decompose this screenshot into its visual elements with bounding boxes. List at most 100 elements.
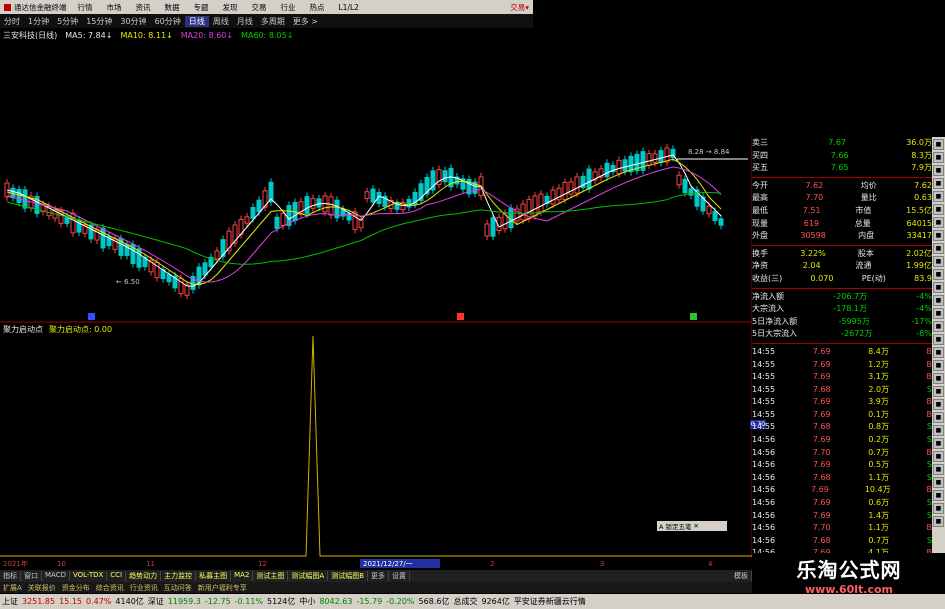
flow-row: 5日净流入额 -5995万 -17% xyxy=(752,316,932,329)
sidebar-tool-icon[interactable]: ■ xyxy=(933,464,944,475)
index-value: 3251.85 xyxy=(22,597,56,606)
indicator-tab[interactable]: 更多 xyxy=(368,571,390,581)
indicator-tab[interactable]: 窗口 xyxy=(21,571,42,581)
sidebar-tool-icon[interactable]: ■ xyxy=(933,165,944,176)
tick-price: 7.69 xyxy=(812,409,831,419)
lock-five-popup[interactable]: A 锁定五笔 ✕ xyxy=(657,521,727,531)
tick-time: 14:55 xyxy=(752,384,776,394)
sidebar-tool-icon[interactable]: ■ xyxy=(933,412,944,423)
tick-volume: 0.5万 xyxy=(868,460,890,470)
flow-row: 5日大宗流入 -2672万 -8% xyxy=(752,328,932,341)
sidebar-tool-icon[interactable]: ■ xyxy=(933,282,944,293)
candle xyxy=(244,216,250,224)
candle xyxy=(676,174,682,186)
stats-table-2: 换手 3.22% 股本 2.02亿 净资 2.04 流通 1.99亿 收益(三) 0.070 PE(… xyxy=(752,248,932,286)
tick-row: 14:55 7.68 2.0万 S xyxy=(752,384,932,397)
money-flow: 净流入额 -206.7万 -4% 大宗流入 -178.1万 -4% 5日净流入额 -5995万… xyxy=(752,291,932,341)
sidebar-tool-icon[interactable]: ■ xyxy=(933,152,944,163)
stat-value: 2.02亿 xyxy=(906,248,932,258)
info-tab[interactable]: 关联报价 xyxy=(25,583,59,593)
index-change: -12.75 xyxy=(204,597,231,606)
stat-row: 最高 7.70 量比 0.63 xyxy=(752,192,932,205)
sidebar-tool-icon[interactable]: ■ xyxy=(933,256,944,267)
sidebar-tool-icon[interactable]: ■ xyxy=(933,386,944,397)
info-tab[interactable]: 互动问答 xyxy=(161,583,195,593)
info-tab[interactable]: 新用户福利专享 xyxy=(195,583,250,593)
order-row: 买五 7.65 7.9万 xyxy=(752,162,932,175)
index-amount: 5124亿 xyxy=(266,597,296,606)
sidebar-tool-icon[interactable]: ■ xyxy=(933,308,944,319)
indicator-tab[interactable]: 趋势动力 xyxy=(126,571,162,581)
x-axis-label: 2021年 xyxy=(3,559,28,568)
x-axis-label: 4 xyxy=(708,560,713,568)
sidebar-tool-icon[interactable]: ■ xyxy=(933,230,944,241)
popup-close-icon[interactable]: ✕ xyxy=(694,522,699,530)
sidebar-tool-icon[interactable]: ■ xyxy=(933,139,944,150)
sidebar-tool-icon[interactable]: ■ xyxy=(933,217,944,228)
sidebar-tool-icon[interactable]: ■ xyxy=(933,503,944,514)
x-axis-cursor-label: 2021/12/27/一 xyxy=(363,560,413,568)
stat-value: 64015 xyxy=(906,218,932,228)
info-tab[interactable]: 扩展A xyxy=(0,583,25,593)
tick-price: 7.70 xyxy=(812,447,831,457)
index-percent: -0.11% xyxy=(234,597,263,606)
sidebar-tool-icon[interactable]: ■ xyxy=(933,451,944,462)
indicator-tab[interactable]: 测试幅图B xyxy=(328,571,369,581)
tick-time: 14:55 xyxy=(752,346,776,356)
sidebar-tool-icon[interactable]: ■ xyxy=(933,399,944,410)
stat-label: 内盘 xyxy=(858,231,875,241)
sidebar-tool-icon[interactable]: ■ xyxy=(933,269,944,280)
template-button[interactable]: 模板 xyxy=(731,571,752,581)
indicator-tab[interactable]: CCI xyxy=(107,571,127,581)
kline-chart[interactable]: 9.008.508.007.507.006.501.000.900.800.70… xyxy=(0,0,752,570)
stat-label: 市值 xyxy=(855,205,872,215)
indicator-tab[interactable]: VOL-TDX xyxy=(70,571,108,581)
index-percent: -0.20% xyxy=(386,597,415,606)
sidebar-tool-icon[interactable]: ■ xyxy=(933,334,944,345)
indicator-tab[interactable]: 设置 xyxy=(389,571,411,581)
tick-volume: 8.4万 xyxy=(868,346,889,356)
sidebar-tool-icon[interactable]: ■ xyxy=(933,204,944,215)
sidebar-tool-icon[interactable]: ■ xyxy=(933,373,944,384)
indicator-tab[interactable]: 测试主图 xyxy=(253,571,289,581)
sidebar-tool-icon[interactable]: ■ xyxy=(933,295,944,306)
indicator-tab[interactable]: MACD xyxy=(42,571,70,581)
sidebar-tool-icon[interactable]: ■ xyxy=(933,191,944,202)
flow-value: -178.1万 xyxy=(833,304,868,314)
sidebar-tool-icon[interactable]: ■ xyxy=(933,490,944,501)
tick-list[interactable]: 14:55 7.69 8.4万 B 14:55 7.69 1.2万 B 14:55 7.69 3.1… xyxy=(752,346,932,585)
sidebar-tool-icon[interactable]: ■ xyxy=(933,438,944,449)
indicator-tab[interactable]: 指标 xyxy=(0,571,21,581)
order-volume: 36.0万 xyxy=(906,138,932,147)
indicator-tab[interactable]: 私募主图 xyxy=(196,571,232,581)
sidebar-tool-icon[interactable]: ■ xyxy=(933,425,944,436)
watermark-title: 乐淘公式网 xyxy=(796,558,902,582)
info-tab[interactable]: 资金分布 xyxy=(59,583,93,593)
tick-time: 14:56 xyxy=(752,460,776,470)
sidebar-tool-icon[interactable]: ■ xyxy=(933,178,944,189)
candle xyxy=(100,227,106,249)
signal-marker xyxy=(690,313,697,320)
sidebar-tool-icon[interactable]: ■ xyxy=(933,243,944,254)
indicator-tab[interactable]: 测试幅图A xyxy=(288,571,329,581)
sidebar-tool-icon[interactable]: ■ xyxy=(933,516,944,527)
sidebar-tool-icon[interactable]: ■ xyxy=(933,347,944,358)
sidebar-tool-icon[interactable]: ■ xyxy=(933,360,944,371)
sidebar-tool-icon[interactable]: ■ xyxy=(933,477,944,488)
sidebar-tool-icon[interactable]: ■ xyxy=(933,321,944,332)
candle xyxy=(196,266,202,286)
candle xyxy=(490,217,496,237)
order-price: 7.65 xyxy=(830,163,849,173)
tick-volume: 0.2万 xyxy=(868,435,890,445)
tick-volume: 2.0万 xyxy=(868,384,890,394)
info-tab[interactable]: 行业资讯 xyxy=(127,583,161,593)
indicator-tab[interactable]: MA2 xyxy=(231,571,254,581)
flow-value: -5995万 xyxy=(838,316,870,326)
status-bar: 上证 3251.85 15.15 0.47% 4140亿 深证 11959.3 -12.75-… xyxy=(0,594,945,609)
candle xyxy=(586,168,592,190)
stat-label: 均价 xyxy=(860,180,877,190)
flow-percent: -4% xyxy=(916,304,932,314)
index-name: 深证 xyxy=(147,597,164,606)
indicator-tab[interactable]: 主力监控 xyxy=(161,571,197,581)
info-tab[interactable]: 综合资讯 xyxy=(93,583,127,593)
